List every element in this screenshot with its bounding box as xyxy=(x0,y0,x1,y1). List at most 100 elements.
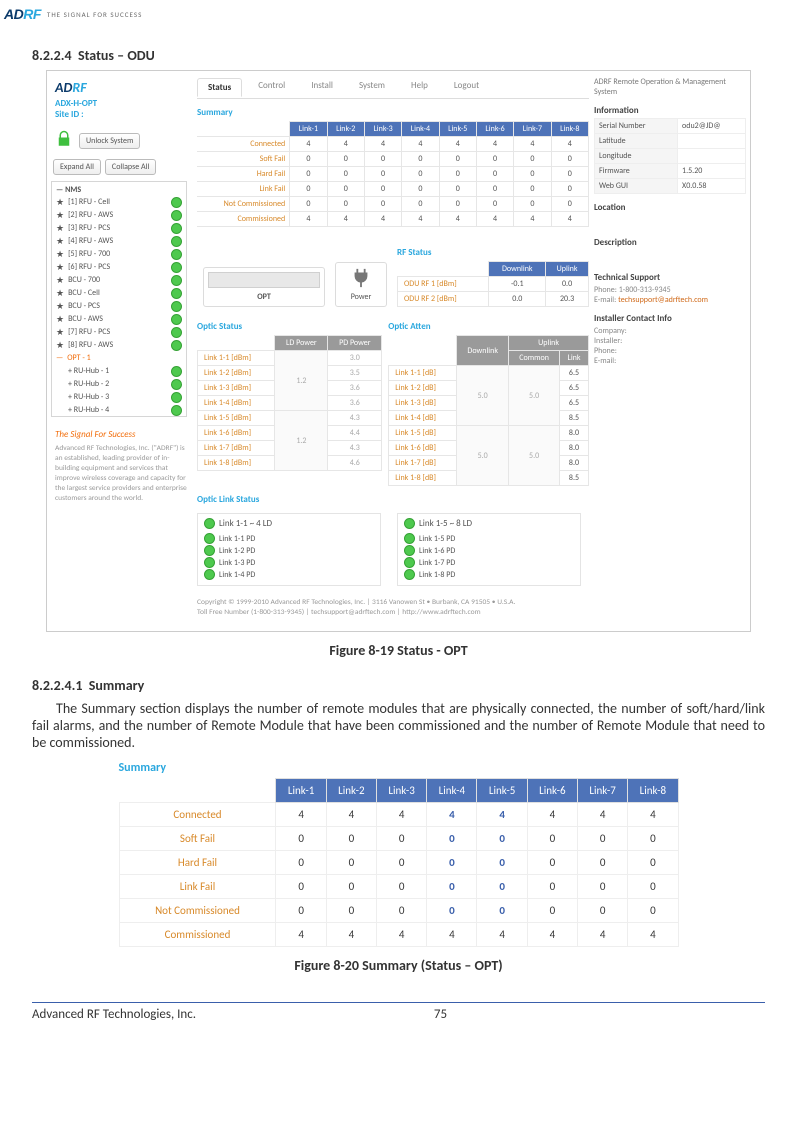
optic-link-row: Link 1-4 PD xyxy=(204,569,374,580)
info-title: Information xyxy=(594,105,746,116)
status-led-icon xyxy=(171,405,182,416)
unlock-system-button[interactable]: Unlock System xyxy=(79,133,140,149)
optic-link-status-right: Link 1-5 ~ 8 LD Link 1-5 PDLink 1-6 PDLi… xyxy=(397,513,581,586)
logo-rf: RF xyxy=(23,6,41,22)
summary-paragraph: The Summary section displays the number … xyxy=(32,700,765,751)
tree-root[interactable]: — NMS xyxy=(52,184,186,196)
rf-status-title: RF Status xyxy=(397,247,589,258)
tree-item[interactable]: ★[1] RFU - Cell xyxy=(52,196,186,209)
tab-install[interactable]: Install xyxy=(301,77,343,96)
installer-title: Installer Contact Info xyxy=(594,313,746,324)
tree-item[interactable]: + RU-Hub - 4 xyxy=(52,404,186,417)
optic-link-row: Link 1-2 PD xyxy=(204,545,374,556)
optic-link-row: Link 1-6 PD xyxy=(404,545,574,556)
status-dot-icon xyxy=(204,545,215,556)
slogan-text: The Signal For Success xyxy=(55,429,187,440)
optic-link-status-left: Link 1-1 ~ 4 LD Link 1-1 PDLink 1-2 PDLi… xyxy=(197,513,381,586)
status-dot-icon xyxy=(204,533,215,544)
status-dot-icon xyxy=(204,557,215,568)
tab-help[interactable]: Help xyxy=(401,77,438,96)
status-led-icon xyxy=(171,236,182,247)
tree-item[interactable]: ★[4] RFU - AWS xyxy=(52,235,186,248)
optic-link-row: Link 1-8 PD xyxy=(404,569,574,580)
logo-ad: AD xyxy=(4,6,23,22)
copyright-text: Copyright © 1999-2010 Advanced RF Techno… xyxy=(197,598,589,618)
location-title: Location xyxy=(594,202,746,213)
tree-item[interactable]: ★BCU - PCS xyxy=(52,300,186,313)
status-led-icon xyxy=(171,275,182,286)
tree-item[interactable]: ★[3] RFU - PCS xyxy=(52,222,186,235)
rf-status-table: DownlinkUplinkODU RF 1 [dBm]-0.10.0ODU R… xyxy=(397,261,589,307)
optic-link-status-title: Optic Link Status xyxy=(197,494,589,505)
logo-tagline: THE SIGNAL FOR SUCCESS xyxy=(47,10,142,19)
status-dot-icon xyxy=(204,518,215,529)
description-title: Description xyxy=(594,237,746,248)
page-footer: Advanced RF Technologies, Inc. 75 xyxy=(32,1002,765,1022)
status-led-icon xyxy=(171,314,182,325)
tree-item[interactable]: ★BCU - Cell xyxy=(52,287,186,300)
optic-atten-table: DownlinkUplinkCommonLinkLink 1-1 [dB]5.0… xyxy=(388,335,589,486)
footer-page-number: 75 xyxy=(434,1007,447,1022)
optic-link-row: Link 1-3 PD xyxy=(204,557,374,568)
info-table: Serial Numberodu2@JD@LatitudeLongitudeFi… xyxy=(594,118,746,194)
doc-header-logo: ADRF THE SIGNAL FOR SUCCESS xyxy=(0,0,797,23)
figure-caption-2: Figure 8-20 Summary (Status – OPT) xyxy=(32,957,765,974)
footer-company: Advanced RF Technologies, Inc. xyxy=(32,1007,196,1022)
tab-control[interactable]: Control xyxy=(248,77,295,96)
optic-link-row: Link 1-1 PD xyxy=(204,533,374,544)
tree-item-opt[interactable]: — OPT - 1 xyxy=(52,352,186,365)
lock-icon xyxy=(55,130,73,151)
expand-all-button[interactable]: Expand All xyxy=(53,159,101,175)
tab-system[interactable]: System xyxy=(349,77,395,96)
optic-link-row: Link 1-7 PD xyxy=(404,557,574,568)
status-dot-icon xyxy=(404,557,415,568)
screenshot-status-opt: ADRF ADX-H-OPT Site ID : Unlock System E… xyxy=(46,70,751,632)
system-title: ADRF Remote Operation & Management Syste… xyxy=(594,77,746,97)
device-tree[interactable]: — NMS ★[1] RFU - Cell★[2] RFU - AWS★[3] … xyxy=(51,181,187,417)
tree-item[interactable]: + RU-Hub - 3 xyxy=(52,391,186,404)
status-led-icon xyxy=(171,223,182,234)
status-led-icon xyxy=(171,197,182,208)
status-dot-icon xyxy=(404,569,415,580)
figure-caption-1: Figure 8-19 Status - OPT xyxy=(32,642,765,659)
status-led-icon xyxy=(171,301,182,312)
optic-status-table: LD PowerPD PowerLink 1-1 [dBm]1.23.0Link… xyxy=(197,335,382,471)
company-blurb: Advanced RF Technologies, Inc. ("ADRF") … xyxy=(55,444,187,504)
status-led-icon xyxy=(171,392,182,403)
summary-table: Link-1Link-2Link-3Link-4Link-5Link-6Link… xyxy=(197,121,589,227)
tree-item[interactable]: ★[5] RFU - 700 xyxy=(52,248,186,261)
tab-status[interactable]: Status xyxy=(197,78,242,97)
installer-rows: Company:Installer:Phone:E-mail: xyxy=(594,326,746,366)
app-logo: ADRF xyxy=(55,79,191,96)
optic-link-row: Link 1-5 PD xyxy=(404,533,574,544)
collapse-all-button[interactable]: Collapse All xyxy=(105,159,156,175)
tree-item[interactable]: ★[8] RFU - AWS xyxy=(52,339,186,352)
tree-item[interactable]: ★[7] RFU - PCS xyxy=(52,326,186,339)
status-led-icon xyxy=(171,249,182,260)
screenshot-summary-table: Summary Link-1Link-2Link-3Link-4Link-5Li… xyxy=(119,761,679,947)
tree-item[interactable]: ★[2] RFU - AWS xyxy=(52,209,186,222)
optic-atten-title: Optic Atten xyxy=(388,321,589,332)
status-dot-icon xyxy=(404,518,415,529)
tab-logout[interactable]: Logout xyxy=(444,77,489,96)
nav-tabs: Status Control Install System Help Logout xyxy=(197,77,589,99)
tree-item[interactable]: ★BCU - 700 xyxy=(52,274,186,287)
tree-item[interactable]: ★[6] RFU - PCS xyxy=(52,261,186,274)
section-heading-status-odu: 8.2.2.4 Status – ODU xyxy=(32,47,765,64)
status-led-icon xyxy=(171,379,182,390)
summary2-title: Summary xyxy=(119,761,679,775)
status-dot-icon xyxy=(404,533,415,544)
status-led-icon xyxy=(171,288,182,299)
power-plug-icon xyxy=(347,267,375,289)
status-dot-icon xyxy=(404,545,415,556)
summary-title: Summary xyxy=(197,107,589,118)
site-id-block: ADX-H-OPT Site ID : xyxy=(55,98,191,120)
optic-status-title: Optic Status xyxy=(197,321,382,332)
status-led-icon xyxy=(171,327,182,338)
status-led-icon xyxy=(171,366,182,377)
tree-item[interactable]: ★BCU - AWS xyxy=(52,313,186,326)
tech-phone: Phone: 1-800-313-9345 xyxy=(594,285,746,295)
tree-item[interactable]: + RU-Hub - 2 xyxy=(52,378,186,391)
status-led-icon xyxy=(171,340,182,351)
tree-item[interactable]: + RU-Hub - 1 xyxy=(52,365,186,378)
